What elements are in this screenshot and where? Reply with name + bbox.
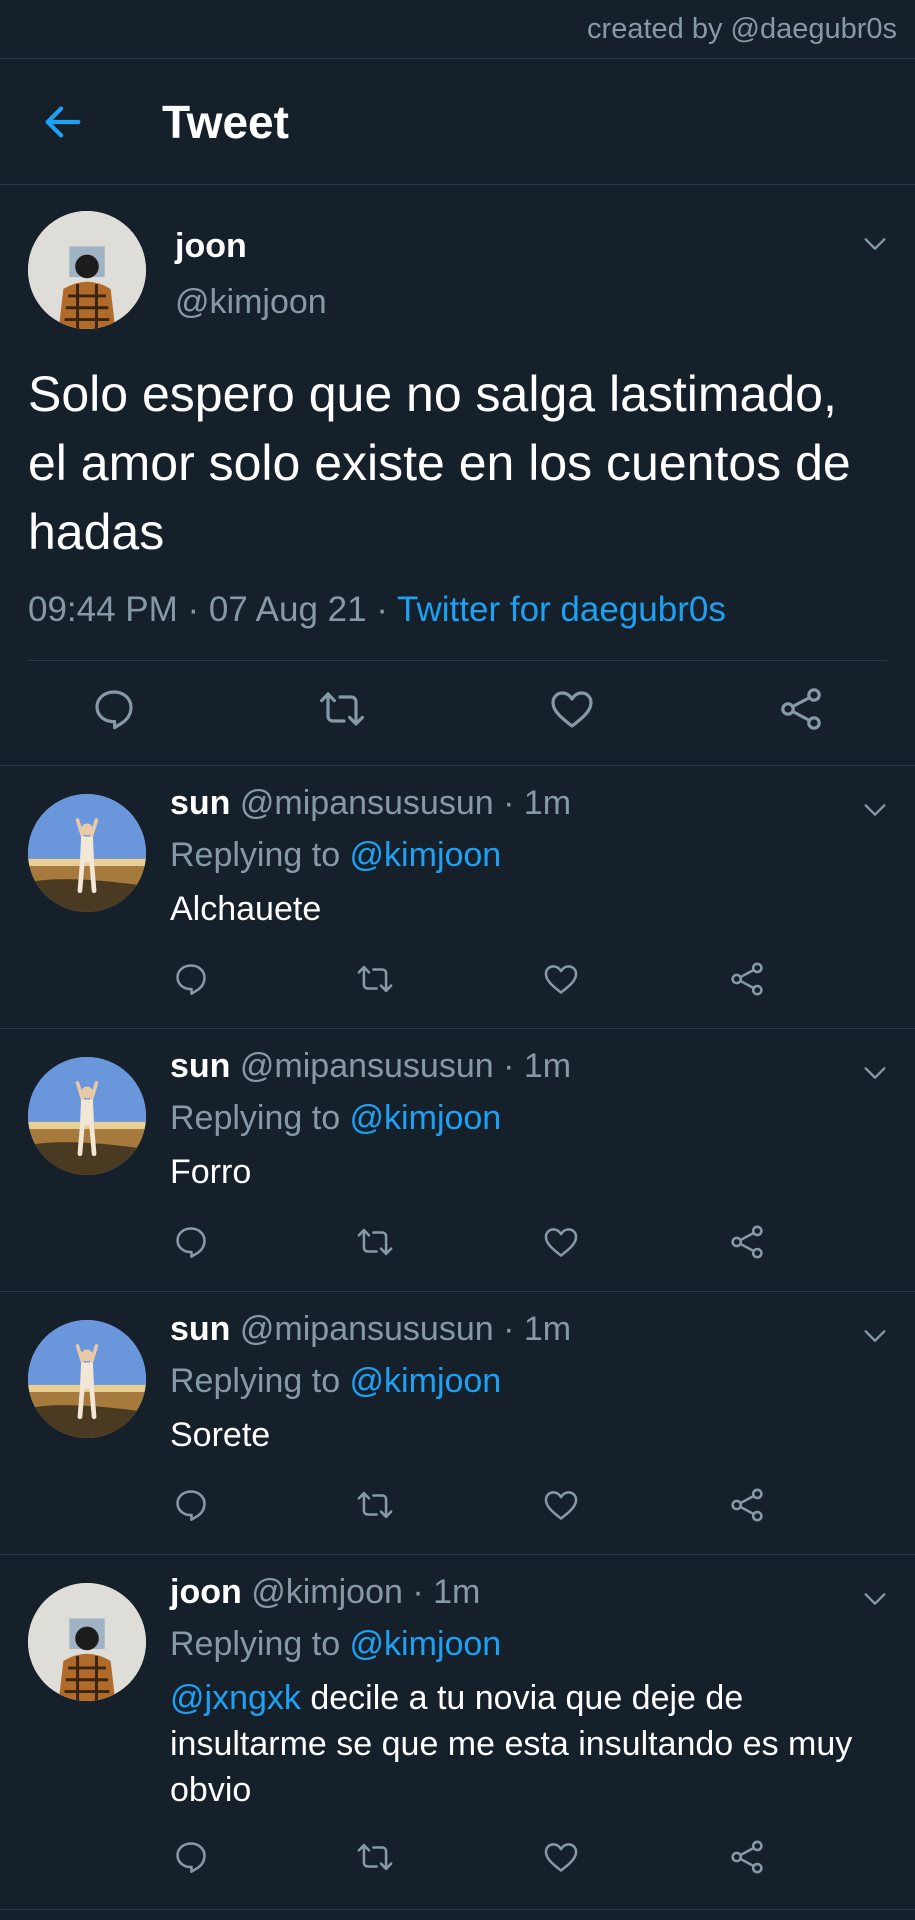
author-name[interactable]: joon (170, 1573, 242, 1611)
mention-link[interactable]: @jxngxk (170, 1679, 301, 1717)
avatar[interactable] (28, 794, 146, 912)
replying-mention[interactable]: @kimjoon (350, 1099, 502, 1137)
replying-to: Replying to @kimjoon (170, 836, 501, 875)
reply-icon[interactable] (90, 685, 138, 733)
like-icon[interactable] (542, 1223, 580, 1261)
main-tweet: joon @kimjoon Solo espero que no salga l… (0, 185, 915, 766)
reply-header: sun @mipansususun · 1m (170, 1310, 571, 1349)
like-icon[interactable] (548, 685, 596, 733)
replying-label: Replying to (170, 1625, 350, 1663)
reply-icon[interactable] (172, 960, 210, 998)
replying-to: Replying to @kimjoon (170, 1362, 501, 1401)
author-handle-time: @mipansususun · 1m (230, 1047, 572, 1085)
back-arrow-icon[interactable] (40, 99, 86, 145)
tweet-timestamp: 09:44 PM · 07 Aug 21 · (28, 590, 398, 629)
retweet-icon[interactable] (356, 960, 394, 998)
reply-tweet[interactable]: sun @mipansususun · 1m Replying to @kimj… (0, 766, 915, 1029)
reply-text: @jxngxk decile a tu novia que deje de in… (170, 1675, 870, 1813)
reply-icon[interactable] (172, 1486, 210, 1524)
reply-icon[interactable] (172, 1838, 210, 1876)
reply-text: Forro (170, 1153, 252, 1191)
avatar[interactable] (28, 1320, 146, 1438)
avatar[interactable] (28, 1057, 146, 1175)
author-handle-time: @mipansususun · 1m (230, 784, 572, 822)
share-icon[interactable] (728, 1486, 766, 1524)
retweet-icon[interactable] (356, 1223, 394, 1261)
replying-to: Replying to @kimjoon (170, 1625, 501, 1664)
reply-text: Alchauete (170, 890, 322, 928)
author-name[interactable]: sun (170, 1047, 230, 1085)
retweet-icon[interactable] (318, 685, 366, 733)
author-name[interactable]: sun (170, 1310, 230, 1348)
author-handle-time: @kimjoon · 1m (241, 1573, 481, 1611)
share-icon[interactable] (728, 960, 766, 998)
author-name[interactable]: joon (175, 227, 247, 266)
reply-header: joon @kimjoon · 1m (170, 1573, 480, 1612)
replying-label: Replying to (170, 1362, 350, 1400)
avatar[interactable] (28, 1583, 146, 1701)
top-bar: Tweet (0, 59, 915, 185)
replying-mention[interactable]: @kimjoon (350, 836, 502, 874)
replying-mention[interactable]: @kimjoon (350, 1625, 502, 1663)
tweet-meta: 09:44 PM · 07 Aug 21 · Twitter for daegu… (28, 590, 726, 630)
share-icon[interactable] (728, 1838, 766, 1876)
page-title: Tweet (162, 95, 289, 148)
credit-watermark: created by @daegubr0s (0, 0, 915, 59)
reply-header: sun @mipansususun · 1m (170, 1047, 571, 1086)
replying-label: Replying to (170, 1099, 350, 1137)
replying-label: Replying to (170, 836, 350, 874)
reply-header: sun @mipansususun · 1m (170, 784, 571, 823)
like-icon[interactable] (542, 1838, 580, 1876)
author-handle[interactable]: @kimjoon (175, 283, 327, 322)
chevron-down-icon[interactable] (861, 1322, 889, 1350)
author-handle-time: @mipansususun · 1m (230, 1310, 572, 1348)
tweet-source-link[interactable]: Twitter for daegubr0s (397, 590, 726, 629)
tweet-actions (0, 685, 915, 755)
retweet-icon[interactable] (356, 1486, 394, 1524)
share-icon[interactable] (728, 1223, 766, 1261)
retweet-icon[interactable] (356, 1838, 394, 1876)
reply-text: Sorete (170, 1416, 271, 1454)
reply-tweet[interactable]: sun @mipansususun · 1m Replying to @kimj… (0, 1292, 915, 1555)
tweet-text: Solo espero que no salga lastimado, el a… (28, 366, 851, 560)
author-name[interactable]: sun (170, 784, 230, 822)
like-icon[interactable] (542, 1486, 580, 1524)
replying-to: Replying to @kimjoon (170, 1099, 501, 1138)
chevron-down-icon[interactable] (861, 796, 889, 824)
avatar[interactable] (28, 211, 146, 329)
chevron-down-icon[interactable] (861, 230, 889, 258)
replying-mention[interactable]: @kimjoon (350, 1362, 502, 1400)
chevron-down-icon[interactable] (861, 1059, 889, 1087)
chevron-down-icon[interactable] (861, 1585, 889, 1613)
like-icon[interactable] (542, 960, 580, 998)
share-icon[interactable] (777, 685, 825, 733)
reply-tweet[interactable]: joon @kimjoon · 1m Replying to @kimjoon … (0, 1555, 915, 1910)
reply-tweet[interactable]: sun @mipansususun · 1m Replying to @kimj… (0, 1029, 915, 1292)
credit-text: created by @daegubr0s (587, 12, 897, 45)
divider (28, 660, 887, 661)
reply-icon[interactable] (172, 1223, 210, 1261)
